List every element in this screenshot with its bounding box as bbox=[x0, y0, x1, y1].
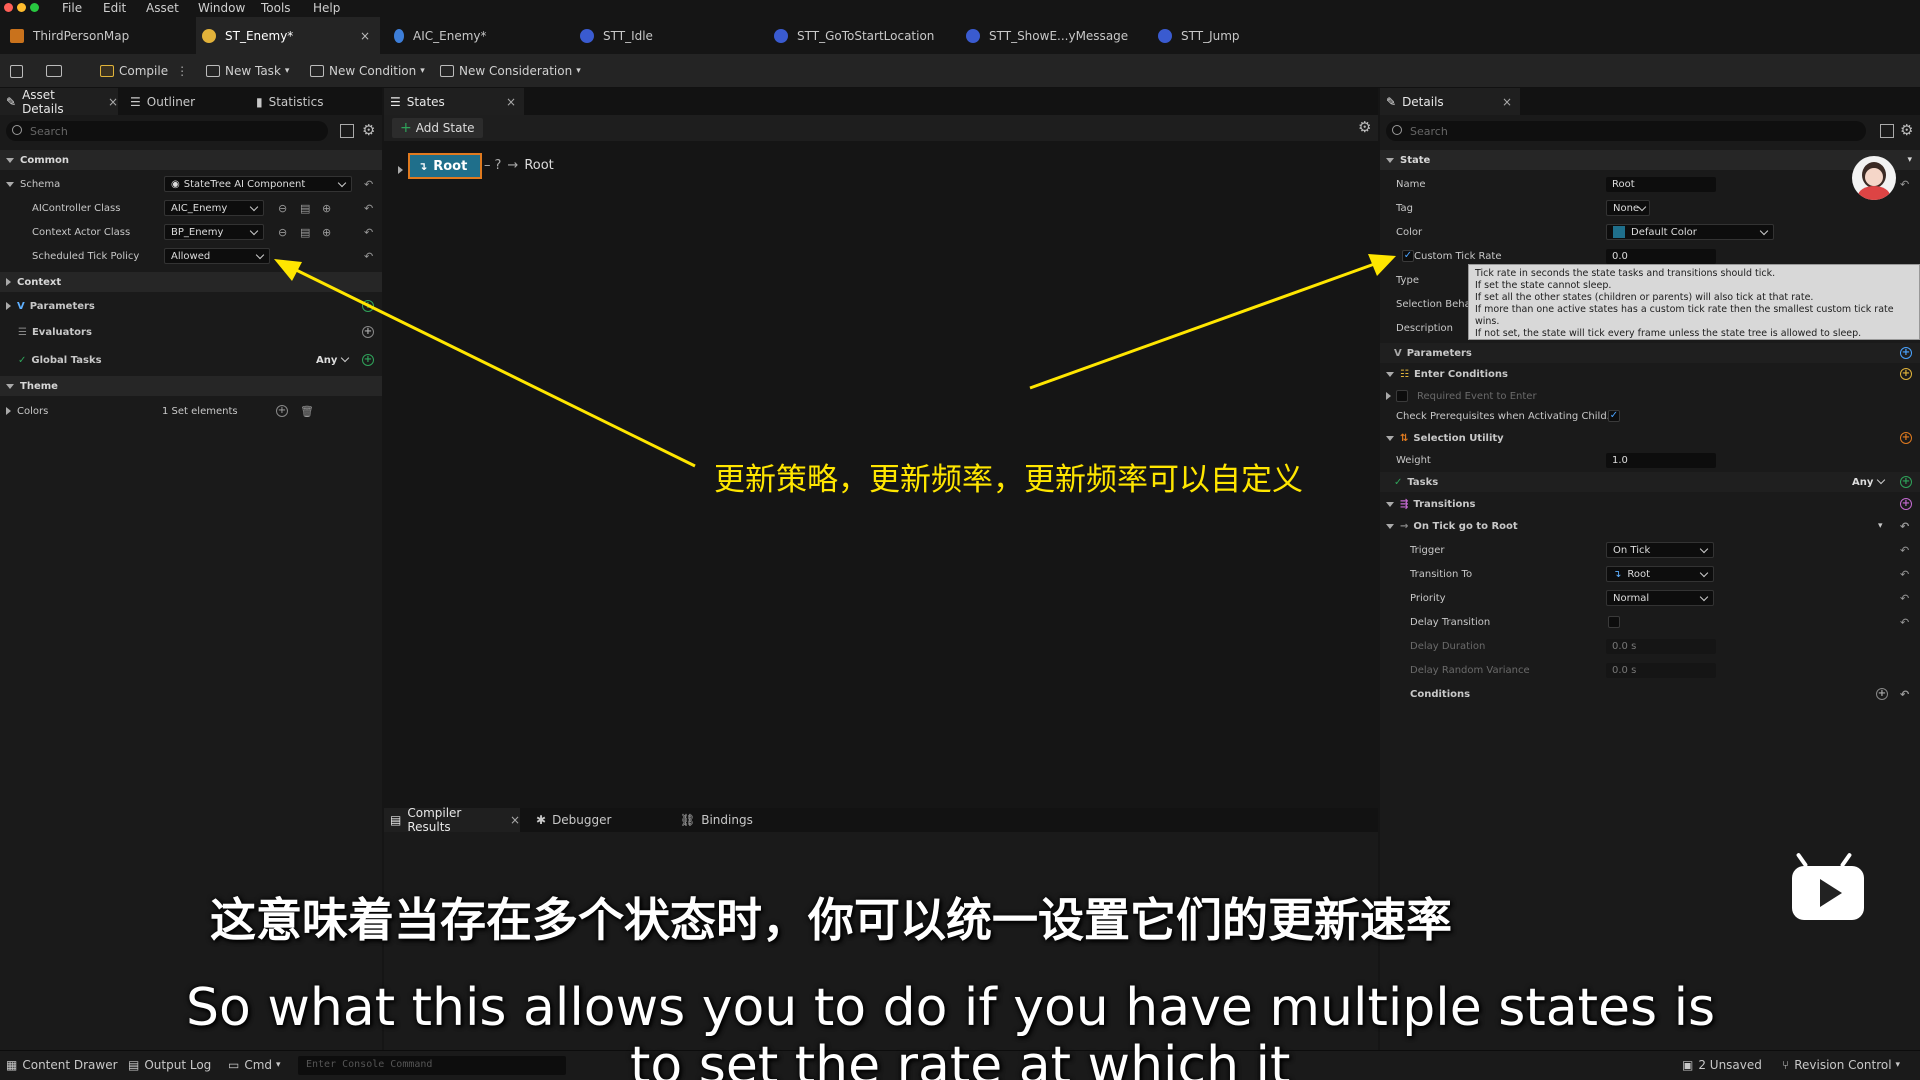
bilibili-logo-icon bbox=[1790, 852, 1866, 924]
chevron-down-icon: ▾ bbox=[1895, 1060, 1901, 1070]
console-input[interactable]: Enter Console Command bbox=[298, 1056, 566, 1075]
subtitle-english-line2: to set the rate at which it bbox=[630, 1036, 1291, 1080]
arrow-to-tick-policy bbox=[287, 264, 696, 468]
cmd-label: Cmd bbox=[244, 1058, 273, 1072]
branch-icon: ⑂ bbox=[1782, 1058, 1790, 1072]
save-icon: ▣ bbox=[1682, 1058, 1694, 1072]
content-drawer-label: Content Drawer bbox=[22, 1058, 118, 1072]
annotation-text: 更新策略，更新频率，更新频率可以自定义 bbox=[714, 462, 1303, 498]
revision-control-label: Revision Control bbox=[1794, 1058, 1892, 1072]
log-icon: ▤ bbox=[128, 1058, 140, 1072]
console-icon: ▭ bbox=[228, 1058, 240, 1072]
subtitle-chinese: 这意味着当存在多个状态时，你可以统一设置它们的更新速率 bbox=[210, 893, 1452, 947]
cmd-selector[interactable]: ▭ Cmd ▾ bbox=[228, 1058, 281, 1072]
drawer-icon: ▦ bbox=[6, 1058, 18, 1072]
content-drawer-button[interactable]: ▦ Content Drawer bbox=[6, 1058, 118, 1072]
subtitle-english-line1: So what this allows you to do if you hav… bbox=[186, 978, 1716, 1038]
chevron-down-icon: ▾ bbox=[276, 1060, 281, 1070]
output-log-label: Output Log bbox=[144, 1058, 212, 1072]
unsaved-label: 2 Unsaved bbox=[1698, 1058, 1762, 1072]
unsaved-button[interactable]: ▣ 2 Unsaved bbox=[1682, 1058, 1762, 1072]
arrow-to-custom-tick-rate bbox=[1029, 260, 1381, 390]
console-placeholder: Enter Console Command bbox=[306, 1059, 433, 1070]
output-log-button[interactable]: ▤ Output Log bbox=[128, 1058, 211, 1072]
revision-control-button[interactable]: ⑂ Revision Control ▾ bbox=[1782, 1058, 1900, 1072]
